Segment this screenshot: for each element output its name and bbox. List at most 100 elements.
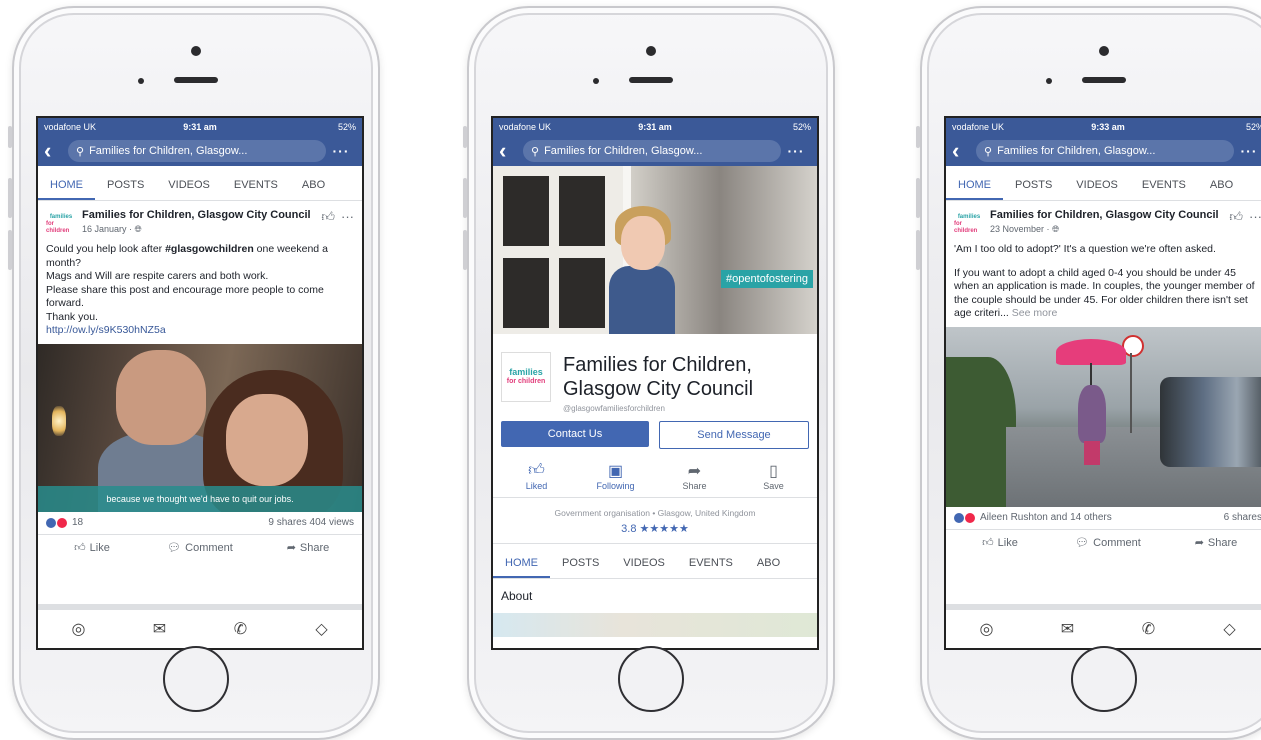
tab-videos[interactable]: VIDEOS — [611, 557, 677, 578]
share-button[interactable]: ➦ Share — [254, 541, 362, 554]
directions-icon[interactable]: ◇ — [281, 619, 362, 639]
tab-home[interactable]: HOME — [38, 179, 95, 200]
status-bar: vodafone UK 9:33 am 52% — [946, 118, 1261, 136]
sensor-dot — [138, 78, 144, 84]
mail-icon[interactable]: ✉ — [119, 619, 200, 639]
send-message-button[interactable]: Send Message — [659, 421, 809, 449]
post-photo[interactable] — [946, 326, 1261, 507]
tab-home[interactable]: HOME — [946, 179, 1003, 200]
bottom-nav: ◎ ✉ ✆ ◇ — [946, 604, 1261, 648]
messenger-icon[interactable]: ◎ — [38, 619, 119, 639]
more-options-icon[interactable]: ··· — [781, 143, 811, 159]
more-options-icon[interactable]: ··· — [1234, 143, 1261, 159]
thumbs-up-outline-icon[interactable]: 👍︎ — [1229, 209, 1243, 225]
carrier-label: vodafone UK — [952, 122, 1005, 132]
home-button[interactable] — [163, 646, 229, 712]
liked-button[interactable]: 👍︎ Liked — [497, 461, 576, 491]
earpiece-speaker — [629, 77, 673, 83]
page-rating[interactable]: 3.8 ★★★★★ — [493, 522, 817, 535]
logo-text-children: for children — [506, 378, 546, 385]
save-button[interactable]: ▯ Save — [734, 461, 813, 491]
share-button[interactable]: ➦ Share — [1162, 536, 1261, 549]
like-button[interactable]: 👍︎ Like — [946, 536, 1054, 549]
post-menu-icon[interactable]: ··· — [341, 209, 354, 224]
share-page-button[interactable]: ➦ Share — [655, 461, 734, 491]
profile-logo[interactable]: families for children — [501, 352, 551, 402]
tab-videos[interactable]: VIDEOS — [1064, 179, 1130, 200]
tab-videos[interactable]: VIDEOS — [156, 179, 222, 200]
back-arrow-icon[interactable]: ‹ — [44, 136, 68, 166]
back-arrow-icon[interactable]: ‹ — [499, 136, 523, 166]
contact-us-button[interactable]: Contact Us — [501, 421, 649, 447]
lamp — [52, 405, 66, 436]
clock: 9:33 am — [1091, 122, 1125, 132]
home-button[interactable] — [1071, 646, 1137, 712]
tab-events[interactable]: EVENTS — [1130, 179, 1198, 200]
clock: 9:31 am — [638, 122, 672, 132]
like-button[interactable]: 👍︎ Like — [38, 541, 146, 554]
mail-icon[interactable]: ✉ — [1027, 619, 1108, 639]
comment-button[interactable]: 💬︎ Comment — [146, 541, 254, 554]
tab-events[interactable]: EVENTS — [222, 179, 290, 200]
page-logo[interactable]: families for children — [954, 209, 984, 239]
shares-views[interactable]: 9 shares 404 views — [268, 517, 354, 528]
tab-about[interactable]: ABO — [290, 179, 337, 200]
following-icon: ▣ — [607, 463, 624, 480]
tab-posts[interactable]: POSTS — [95, 179, 156, 200]
post-link[interactable]: http://ow.ly/s9K530hNZ5a — [46, 324, 354, 338]
thumbs-up-outline-icon[interactable]: 👍︎ — [321, 209, 335, 225]
post-menu-icon[interactable]: ··· — [1249, 209, 1261, 224]
reactions-bar[interactable]: Aileen Rushton and 14 others 6 shares — [946, 507, 1261, 529]
logo-text-families: families — [957, 213, 981, 220]
door-pane — [503, 258, 549, 328]
comment-button[interactable]: 💬︎ Comment — [1054, 536, 1162, 549]
tab-posts[interactable]: POSTS — [1003, 179, 1064, 200]
hashtag-link[interactable]: #glasgowchildren — [165, 243, 254, 255]
search-text: Families for Children, Glasgow... — [544, 145, 703, 157]
search-input[interactable]: ⚲ Families for Children, Glasgow... — [523, 140, 781, 162]
search-text: Families for Children, Glasgow... — [89, 145, 248, 157]
map-preview[interactable] — [493, 613, 817, 637]
love-reaction-icon — [965, 512, 975, 523]
phone-icon[interactable]: ✆ — [1108, 619, 1189, 639]
tab-events[interactable]: EVENTS — [677, 557, 745, 578]
post-line-1: 'Am I too old to adopt?' It's a question… — [954, 243, 1216, 255]
post-header: families for children Families for Child… — [38, 201, 362, 243]
search-input[interactable]: ⚲ Families for Children, Glasgow... — [976, 140, 1234, 162]
home-button[interactable] — [618, 646, 684, 712]
share-icon: ➦ — [286, 542, 296, 554]
share-icon: ➦ — [1194, 537, 1204, 549]
page-logo[interactable]: families for children — [46, 209, 76, 239]
back-arrow-icon[interactable]: ‹ — [952, 136, 976, 166]
tab-home[interactable]: HOME — [493, 557, 550, 578]
shares-count[interactable]: 6 shares — [1224, 512, 1261, 523]
share-icon: ➦ — [687, 463, 702, 480]
phone-icon[interactable]: ✆ — [200, 619, 281, 639]
search-input[interactable]: ⚲ Families for Children, Glasgow... — [68, 140, 326, 162]
like-reaction-icon — [46, 517, 56, 528]
messenger-icon[interactable]: ◎ — [946, 619, 1027, 639]
see-more-link[interactable]: See more — [1012, 307, 1058, 319]
phone-frame-middle: vodafone UK 9:31 am 52% ‹ ⚲ Families for… — [463, 6, 835, 740]
logo-text-families: families — [49, 213, 73, 220]
man-face — [116, 349, 206, 445]
post-author[interactable]: Families for Children, Glasgow City Coun… — [82, 209, 314, 222]
carrier-label: vodafone UK — [499, 122, 552, 132]
page-meta: Government organisation • Glasgow, Unite… — [493, 497, 817, 543]
tab-about[interactable]: ABO — [1198, 179, 1245, 200]
tab-about[interactable]: ABO — [745, 557, 792, 578]
directions-icon[interactable]: ◇ — [1189, 619, 1261, 639]
cover-photo[interactable]: #opentofostering — [493, 166, 817, 334]
mute-switch — [916, 126, 920, 148]
post-author[interactable]: Families for Children, Glasgow City Coun… — [990, 209, 1222, 222]
tab-posts[interactable]: POSTS — [550, 557, 611, 578]
post-video[interactable]: because we thought we'd have to quit our… — [38, 343, 362, 512]
more-options-icon[interactable]: ··· — [326, 143, 356, 159]
post-line-2: If you want to adopt a child aged 0-4 yo… — [954, 266, 1255, 320]
post-text: Could you help look after #glasgowchildr… — [38, 243, 362, 344]
following-button[interactable]: ▣ Following — [576, 461, 655, 491]
reactions-bar[interactable]: 18 9 shares 404 views — [38, 512, 362, 534]
like-reaction-icon — [954, 512, 964, 523]
status-bar: vodafone UK 9:31 am 52% — [493, 118, 817, 136]
child-body — [609, 266, 675, 334]
